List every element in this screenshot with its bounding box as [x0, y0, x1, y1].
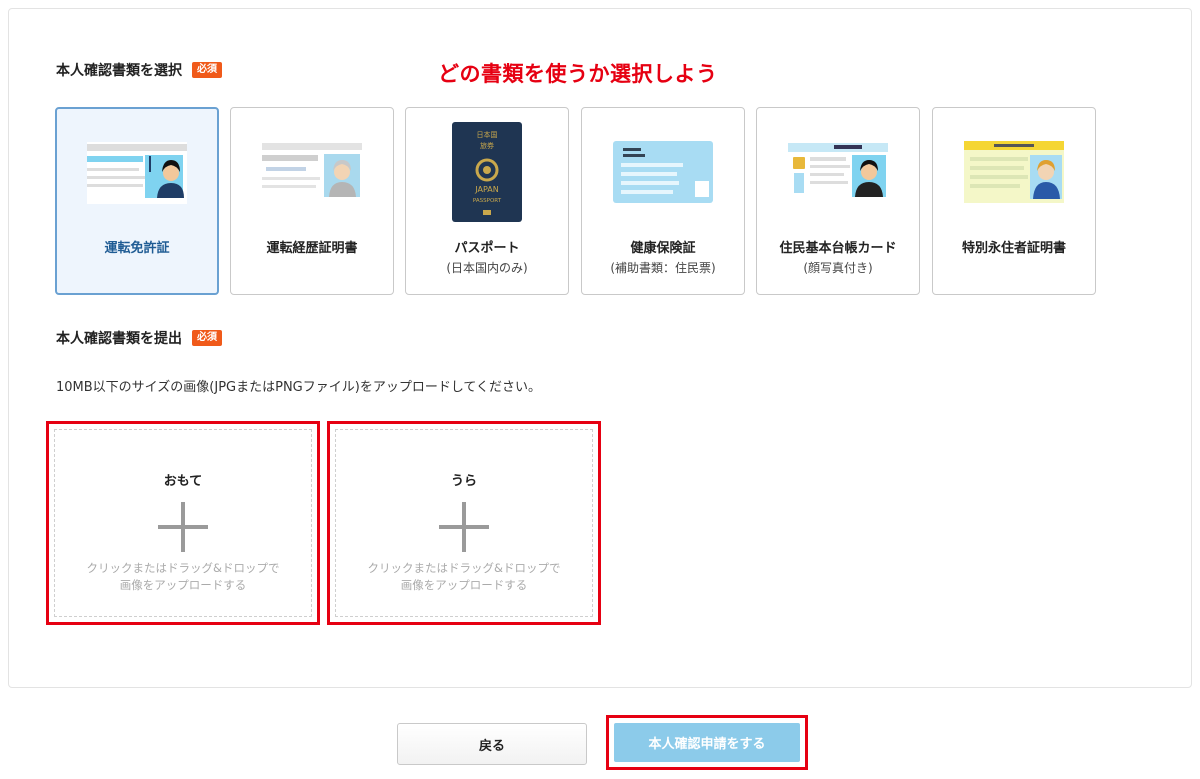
passport-top-text: 日本国 — [477, 130, 498, 139]
drivers-license-icon — [57, 123, 217, 223]
doc-option-name: パスポート — [454, 241, 520, 256]
upload-hint: クリックまたはドラッグ&ドロップで 画像をアップロードする — [336, 560, 592, 594]
upload-instructions: 10MB以下のサイズの画像(JPGまたはPNGファイル)をアップロードしてくださ… — [56, 380, 542, 395]
annotation-text: どの書類を使うか選択しよう — [438, 62, 718, 86]
submit-document-heading: 本人確認書類を提出 必須 — [56, 328, 222, 348]
resident-register-card-icon — [757, 122, 919, 222]
highlight-frame-submit: 本人確認申請をする — [606, 715, 808, 770]
upload-hint-line: クリックまたはドラッグ&ドロップで — [367, 561, 561, 575]
upload-hint-line: クリックまたはドラッグ&ドロップで — [86, 561, 280, 575]
doc-option-name: 特別永住者証明書 — [961, 241, 1066, 256]
upload-hint: クリックまたはドラッグ&ドロップで 画像をアップロードする — [55, 560, 311, 594]
doc-option-sub: (日本国内のみ) — [446, 261, 528, 275]
doc-option-name: 健康保険証 — [630, 241, 696, 256]
submit-document-title: 本人確認書類を提出 — [56, 331, 182, 347]
submit-verification-button[interactable]: 本人確認申請をする — [614, 723, 800, 762]
driving-history-certificate-icon — [231, 122, 393, 222]
back-button[interactable]: 戻る — [397, 723, 587, 765]
passport-kind-text: PASSPORT — [473, 198, 502, 204]
select-document-heading: 本人確認書類を選択 必須 — [56, 60, 222, 80]
health-insurance-card-icon — [582, 122, 744, 222]
upload-side-label: うら — [450, 474, 477, 489]
passport-country-text: JAPAN — [474, 185, 498, 194]
plus-icon — [439, 502, 489, 552]
doc-option-name: 運転免許証 — [104, 241, 170, 256]
doc-option-sub: (補助書類：住民票) — [610, 261, 716, 275]
upload-dropzone-front[interactable]: おもて クリックまたはドラッグ&ドロップで 画像をアップロードする — [54, 429, 312, 617]
upload-side-label: おもて — [163, 474, 203, 489]
passport-mid-text: 旅券 — [480, 141, 494, 150]
doc-option-name: 住民基本台帳カード — [779, 241, 897, 256]
highlight-frame-front: おもて クリックまたはドラッグ&ドロップで 画像をアップロードする — [46, 421, 320, 625]
upload-dropzone-back[interactable]: うら クリックまたはドラッグ&ドロップで 画像をアップロードする — [335, 429, 593, 617]
doc-option-sub: (顔写真付き) — [803, 261, 873, 275]
select-document-title: 本人確認書類を選択 — [56, 63, 182, 79]
doc-option-passport[interactable]: 日本国 旅券 JAPAN PASSPORT パスポート (日本国内のみ) — [405, 107, 569, 295]
doc-option-health-insurance-card[interactable]: 健康保険証 (補助書類：住民票) — [581, 107, 745, 295]
special-permanent-resident-certificate-icon — [933, 122, 1095, 222]
required-badge: 必須 — [192, 62, 222, 78]
passport-icon: 日本国 旅券 JAPAN PASSPORT — [406, 122, 568, 222]
doc-option-driving-history-certificate[interactable]: 運転経歴証明書 — [230, 107, 394, 295]
doc-option-resident-register-card[interactable]: 住民基本台帳カード (顔写真付き) — [756, 107, 920, 295]
plus-icon — [158, 502, 208, 552]
required-badge: 必須 — [192, 330, 222, 346]
upload-hint-line: 画像をアップロードする — [400, 578, 528, 592]
doc-option-name: 運転経歴証明書 — [266, 241, 358, 256]
doc-option-special-permanent-resident-certificate[interactable]: 特別永住者証明書 — [932, 107, 1096, 295]
highlight-frame-back: うら クリックまたはドラッグ&ドロップで 画像をアップロードする — [327, 421, 601, 625]
upload-hint-line: 画像をアップロードする — [119, 578, 247, 592]
doc-option-drivers-license[interactable]: 運転免許証 — [55, 107, 219, 295]
